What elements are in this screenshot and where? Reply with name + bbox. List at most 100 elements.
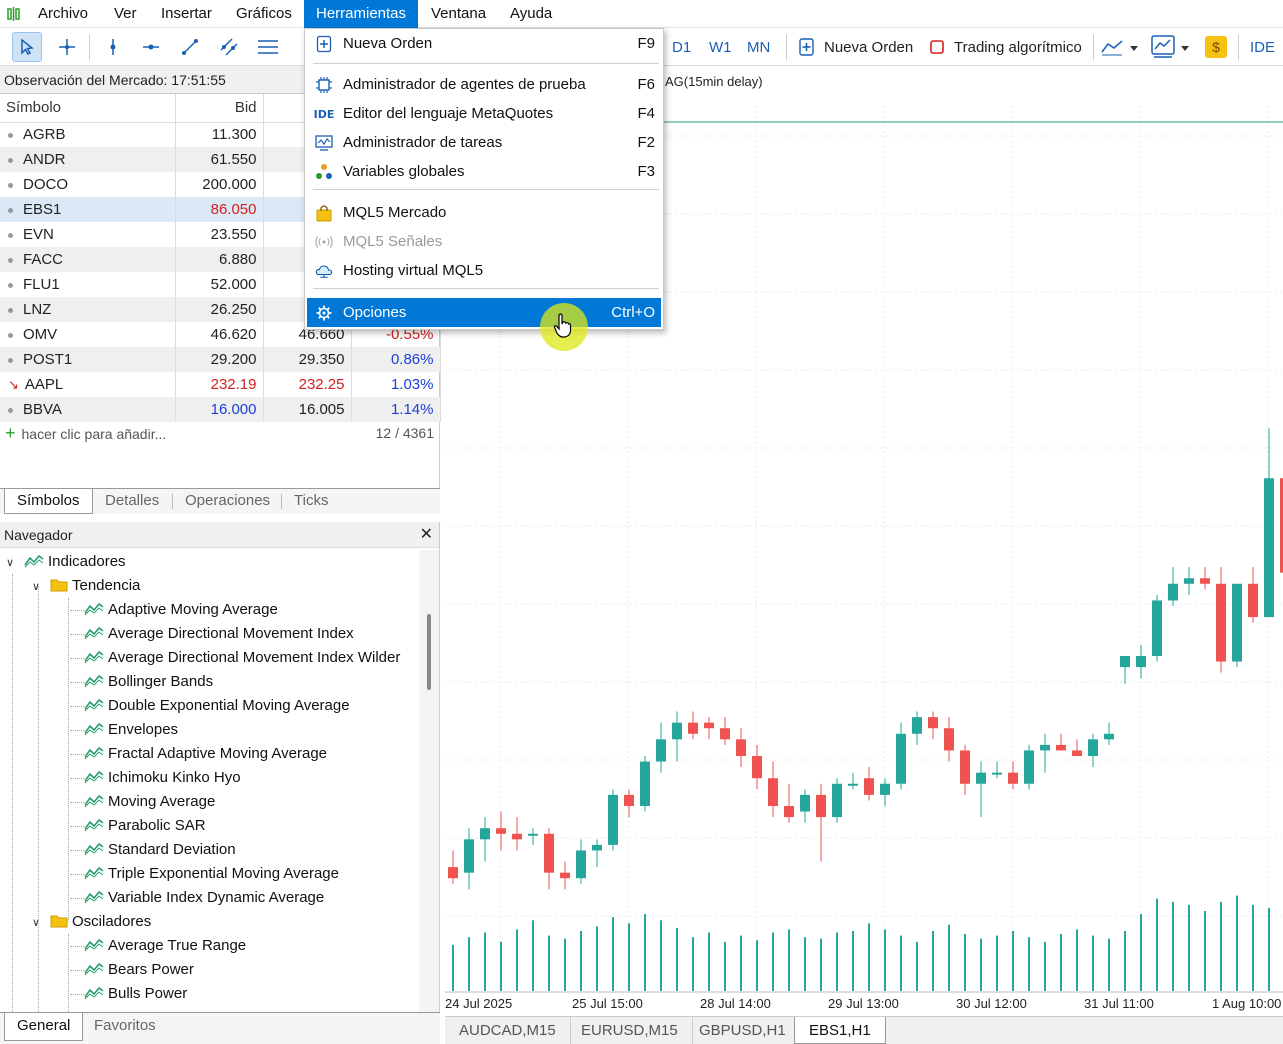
timeframe-d1[interactable]: D1 <box>672 39 691 56</box>
symbol-name: AGRB <box>23 126 66 144</box>
tree-root-indicadores[interactable]: ∨ Indicadores <box>6 550 126 574</box>
market-dollar-button[interactable]: $ <box>1205 36 1227 58</box>
hand-pointer-icon <box>553 313 572 338</box>
chart-tab-audcad[interactable]: AUDCAD,M15 <box>445 1017 571 1044</box>
horizontal-line-button[interactable] <box>136 32 166 62</box>
menu-insertar[interactable]: Insertar <box>149 0 224 28</box>
ask-cell: 29.350 <box>263 347 352 372</box>
cursor-tool-button[interactable] <box>12 32 42 62</box>
fibonacci-button[interactable] <box>253 32 283 62</box>
x-tick-label: 25 Jul 15:00 <box>572 996 643 1011</box>
menu-archivo[interactable]: Archivo <box>26 0 100 28</box>
tree-item-indicator[interactable]: Adaptive Moving Average <box>84 598 278 622</box>
column-bid[interactable]: Bid <box>175 94 264 123</box>
tab-detalles[interactable]: Detalles <box>93 489 171 514</box>
column-symbol[interactable]: Símbolo <box>0 94 176 123</box>
menu-herramientas[interactable]: Herramientas <box>304 0 419 28</box>
menu-item-shortcut: F6 <box>637 76 655 93</box>
candle-body <box>496 828 506 834</box>
tree-node-label: Parabolic SAR <box>108 817 206 834</box>
tree-guide-line <box>68 934 69 1012</box>
candle-body <box>592 844 602 851</box>
indicators-dropdown[interactable] <box>1100 36 1142 58</box>
tab-simbolos[interactable]: Símbolos <box>4 489 93 514</box>
tab-favoritos[interactable]: Favoritos <box>82 1013 168 1041</box>
add-symbol-row[interactable]: + hacer clic para añadir... 12 / 4361 <box>0 419 440 447</box>
timeframe-w1[interactable]: W1 <box>709 39 732 56</box>
menu-ayuda[interactable]: Ayuda <box>498 0 564 28</box>
tree-item-indicator[interactable]: Envelopes <box>84 718 178 742</box>
chart-tab-eurusd[interactable]: EURUSD,M15 <box>567 1017 693 1044</box>
menu-item-mql5-mercado[interactable]: MQL5 Mercado <box>307 198 661 227</box>
chart-tab-gbpusd[interactable]: GBPUSD,H1 <box>685 1017 801 1044</box>
menu-item-label: Editor del lenguaje MetaQuotes <box>343 105 554 122</box>
tree-item-indicator[interactable]: Triple Exponential Moving Average <box>84 862 339 886</box>
tree-item-indicator[interactable]: Double Exponential Moving Average <box>84 694 350 718</box>
tree-item-indicator[interactable]: Variable Index Dynamic Average <box>84 886 324 910</box>
indicator-icon <box>84 866 104 880</box>
tree-node-label: Average True Range <box>108 937 247 954</box>
status-dot-icon <box>8 332 13 338</box>
tab-general[interactable]: General <box>4 1013 84 1041</box>
symbol-name: BBVA <box>23 401 62 418</box>
menu-graficos[interactable]: Gráficos <box>224 0 304 28</box>
chart-tab-ebs1[interactable]: EBS1,H1 <box>794 1017 886 1044</box>
tab-operaciones[interactable]: Operaciones <box>173 489 282 514</box>
candle-body <box>1008 772 1018 784</box>
menu-item-label: Opciones <box>343 304 407 321</box>
menu-item-administrador-de-tareas[interactable]: Administrador de tareas F2 <box>307 128 661 157</box>
navigator-scrollbar[interactable] <box>419 550 439 1012</box>
chart-templates-dropdown[interactable] <box>1150 34 1194 60</box>
crosshair-icon <box>59 39 75 55</box>
new-order-button[interactable]: Nueva Orden <box>824 39 913 56</box>
table-row[interactable]: ↘ AAPL 232.19 232.25 1.03% <box>0 372 441 397</box>
tree-guide-line <box>70 826 84 827</box>
ide-button[interactable]: IDE <box>1250 39 1275 56</box>
algo-trading-button[interactable]: Trading algorítmico <box>954 39 1082 56</box>
crosshair-button[interactable] <box>52 32 82 62</box>
signals-icon <box>315 233 333 251</box>
scrollbar-thumb[interactable] <box>427 614 431 690</box>
tree-item-indicator[interactable]: Fractal Adaptive Moving Average <box>84 742 327 766</box>
menu-item-shortcut: Ctrl+O <box>611 304 655 321</box>
navigator-title: Navegador <box>4 527 73 543</box>
menu-item-administrador-de-agentes-de-prueba[interactable]: Administrador de agentes de prueba F6 <box>307 70 661 99</box>
tree-item-indicator[interactable]: Average True Range <box>84 934 246 958</box>
tree-item-indicator[interactable]: Bollinger Bands <box>84 670 213 694</box>
tree-node-label: Envelopes <box>108 721 179 738</box>
menu-item-editor-del-lenguaje-metaquotes[interactable]: IDE Editor del lenguaje MetaQuotes F4 <box>307 99 661 128</box>
menu-ver[interactable]: Ver <box>102 0 149 28</box>
symbol-name: OMV <box>23 326 58 343</box>
folder-icon <box>50 579 68 592</box>
tree-item-indicator[interactable]: Ichimoku Kinko Hyo <box>84 766 241 790</box>
tree-item-indicator[interactable]: Standard Deviation <box>84 838 236 862</box>
channel-button[interactable] <box>214 32 244 62</box>
close-icon[interactable]: ✕ <box>420 522 433 548</box>
table-row[interactable]: POST1 29.200 29.350 0.86% <box>0 347 441 372</box>
menu-item-hosting-virtual-mql5[interactable]: Hosting virtual MQL5 <box>307 256 661 285</box>
menu-ventana[interactable]: Ventana <box>419 0 498 28</box>
tree-group-osciladores[interactable]: ∨ Osciladores <box>32 910 151 934</box>
vertical-line-button[interactable] <box>98 32 128 62</box>
status-dot-icon <box>8 157 13 163</box>
tree-item-indicator[interactable]: Parabolic SAR <box>84 814 206 838</box>
menu-item-label: Administrador de agentes de prueba <box>343 76 586 93</box>
tree-item-indicator[interactable]: Average Directional Movement Index Wilde… <box>84 646 400 670</box>
tree-item-indicator[interactable]: Average Directional Movement Index <box>84 622 354 646</box>
menu-item-mql5-senales[interactable]: MQL5 Señales <box>307 227 661 256</box>
tree-item-indicator[interactable]: Bulls Power <box>84 982 187 1006</box>
menu-item-variables-globales[interactable]: Variables globales F3 <box>307 157 661 186</box>
menu-item-nueva-orden[interactable]: Nueva Orden F9 <box>307 29 661 58</box>
tab-ticks[interactable]: Ticks <box>282 489 340 514</box>
candle-body <box>672 722 682 740</box>
tree-item-indicator[interactable]: Bears Power <box>84 958 194 982</box>
timeframe-mn[interactable]: MN <box>747 39 770 56</box>
menu-item-opciones[interactable]: Opciones Ctrl+O <box>307 298 661 327</box>
cloud-icon <box>315 262 333 280</box>
tree-item-indicator[interactable]: Moving Average <box>84 790 215 814</box>
tree-group-tendencia[interactable]: ∨ Tendencia <box>32 574 140 598</box>
candle-body <box>720 728 730 740</box>
indicator-icon <box>84 794 104 808</box>
trendline-button[interactable] <box>175 32 205 62</box>
indicator-icon <box>84 842 104 856</box>
